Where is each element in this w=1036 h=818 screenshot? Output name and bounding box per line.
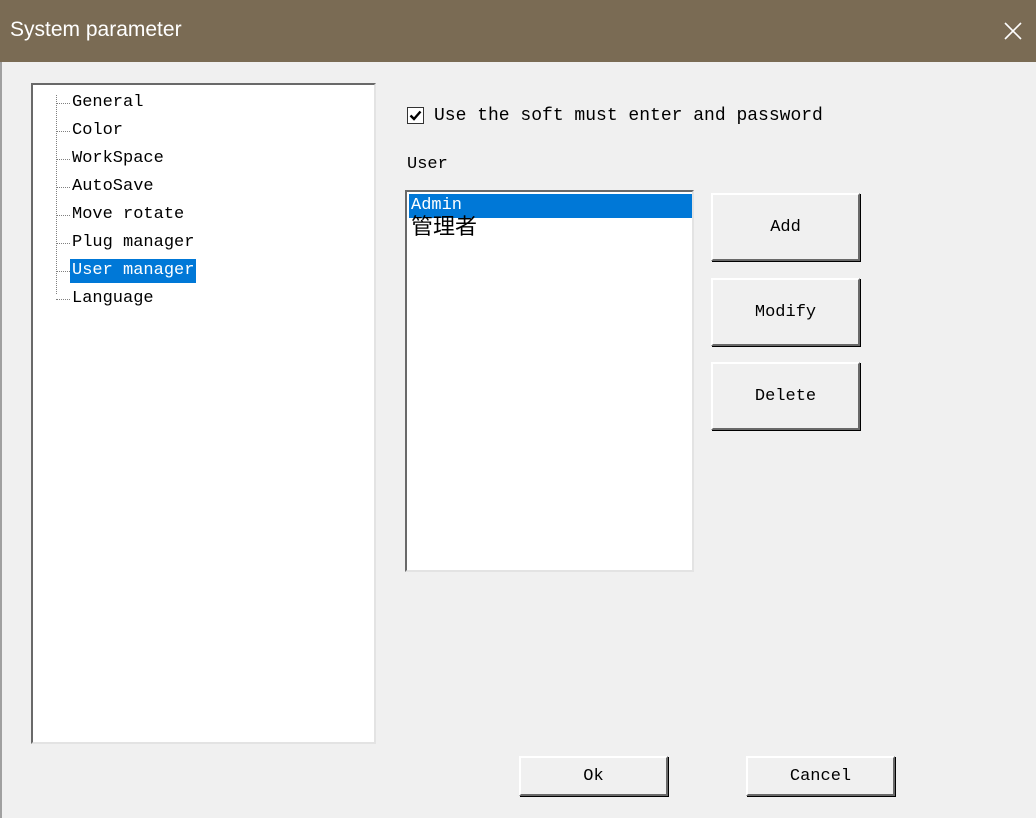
tree-item-label: Plug manager [72, 233, 195, 252]
close-button[interactable] [990, 0, 1036, 62]
tree-item-label: General [72, 93, 144, 112]
modify-button[interactable]: Modify [711, 278, 860, 346]
tree-connector [56, 159, 70, 160]
require-password-checkbox[interactable] [407, 107, 424, 124]
close-icon [1004, 22, 1022, 40]
user-listbox[interactable]: Admin 管理者 [405, 190, 694, 572]
window-title: System parameter [10, 18, 182, 41]
tree-connector [56, 215, 70, 216]
title-bar: System parameter [0, 0, 1036, 62]
tree-item-plug-manager[interactable]: Plug manager [33, 230, 273, 256]
tree-item-label: Language [72, 289, 154, 308]
settings-tree[interactable]: General Color WorkSpace AutoSave Move rotate… [31, 83, 376, 744]
ok-button[interactable]: Ok [519, 756, 668, 796]
cancel-button[interactable]: Cancel [746, 756, 895, 796]
add-button[interactable]: Add [711, 193, 860, 261]
tree-connector [56, 187, 70, 188]
tree-connector [56, 131, 70, 132]
tree-connector [56, 243, 70, 244]
tree-item-autosave[interactable]: AutoSave [33, 174, 273, 200]
tree-item-label: User manager [70, 259, 197, 283]
tree-item-language[interactable]: Language [33, 286, 273, 312]
tree-connector [56, 271, 70, 272]
user-list-item[interactable]: 管理者 [409, 216, 692, 240]
delete-button[interactable]: Delete [711, 362, 860, 430]
tree-item-general[interactable]: General [33, 90, 273, 116]
checkmark-icon [409, 110, 422, 121]
tree-item-label: Move rotate [72, 205, 185, 224]
require-password-label: Use the soft must enter and password [434, 106, 823, 126]
tree-item-user-manager[interactable]: User manager [33, 258, 273, 284]
tree-item-label: WorkSpace [72, 149, 164, 168]
tree-item-label: Color [72, 121, 124, 140]
tree-item-label: AutoSave [72, 177, 154, 196]
user-list-label: User [407, 155, 448, 174]
tree-connector [56, 103, 70, 104]
tree-connector [56, 299, 70, 300]
tree-item-workspace[interactable]: WorkSpace [33, 146, 273, 172]
tree-item-move-rotate[interactable]: Move rotate [33, 202, 273, 228]
tree-item-color[interactable]: Color [33, 118, 273, 144]
